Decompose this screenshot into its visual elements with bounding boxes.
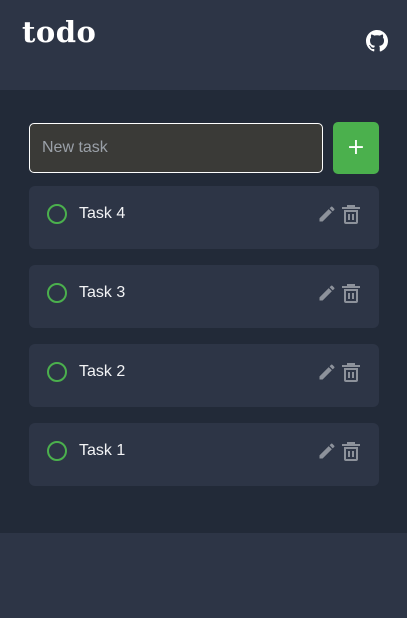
- trash-icon[interactable]: [342, 283, 360, 303]
- complete-checkbox-circle-icon[interactable]: [47, 362, 67, 382]
- app-logo: todo: [22, 15, 97, 49]
- task-item: Task 3: [29, 265, 379, 328]
- task-label: Task 1: [79, 442, 126, 459]
- task-item: Task 4: [29, 186, 379, 249]
- app-header: todo: [0, 0, 407, 90]
- main-panel: + Task 4 Task 3 Task 2 Task 1: [0, 90, 407, 533]
- new-task-input[interactable]: [29, 123, 323, 173]
- trash-icon[interactable]: [342, 362, 360, 382]
- complete-checkbox-circle-icon[interactable]: [47, 283, 67, 303]
- pencil-icon[interactable]: [317, 441, 337, 461]
- task-label: Task 4: [79, 205, 126, 222]
- pencil-icon[interactable]: [317, 283, 337, 303]
- pencil-icon[interactable]: [317, 204, 337, 224]
- task-item: Task 1: [29, 423, 379, 486]
- task-label: Task 2: [79, 363, 126, 380]
- pencil-icon[interactable]: [317, 362, 337, 382]
- add-task-button[interactable]: +: [333, 122, 379, 174]
- task-label: Task 3: [79, 284, 126, 301]
- complete-checkbox-circle-icon[interactable]: [47, 204, 67, 224]
- trash-icon[interactable]: [342, 204, 360, 224]
- github-icon[interactable]: [366, 30, 388, 52]
- task-item: Task 2: [29, 344, 379, 407]
- complete-checkbox-circle-icon[interactable]: [47, 441, 67, 461]
- trash-icon[interactable]: [342, 441, 360, 461]
